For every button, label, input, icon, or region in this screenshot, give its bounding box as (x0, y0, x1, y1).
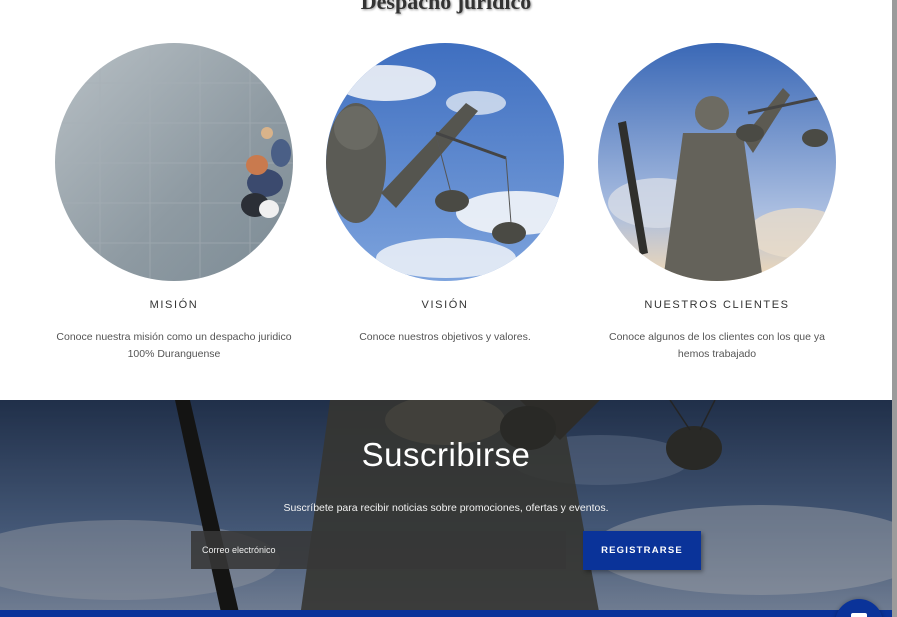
register-button[interactable]: REGISTRARSE (583, 531, 701, 570)
card-clientes[interactable]: NUESTROS CLIENTES Conoce algunos de los … (572, 43, 862, 363)
email-field[interactable] (191, 531, 566, 569)
card-text: Conoce nuestra misión como un despacho j… (56, 331, 292, 360)
card-vision[interactable]: VISIÓN Conoce nuestros objetivos y valor… (300, 43, 590, 346)
subscribe-title: Suscribirse (361, 436, 531, 473)
card-title: VISIÓN (421, 299, 469, 311)
card-title: MISIÓN (149, 299, 199, 311)
card-image-people[interactable] (55, 43, 293, 281)
card-text: Conoce algunos de los clientes con los q… (609, 331, 825, 360)
footer-strip (0, 610, 892, 617)
card-image-scales[interactable] (326, 43, 564, 281)
card-title: NUESTROS CLIENTES (644, 299, 790, 311)
chat-icon (851, 613, 867, 617)
card-text: Conoce nuestros objetivos y valores. (359, 331, 531, 343)
section-title: Despacho jurídico (360, 0, 532, 14)
card-mision[interactable]: MISIÓN Conoce nuestra misión como un des… (29, 43, 319, 363)
page: Despacho jurídico MISIÓN Conoce nuestra … (0, 0, 892, 617)
scrollbar-thumb[interactable] (892, 0, 897, 617)
scrollbar[interactable] (892, 0, 897, 617)
subscribe-section: Suscribirse Suscríbete para recibir noti… (0, 400, 892, 617)
subscribe-description: Suscríbete para recibir noticias sobre p… (283, 502, 609, 514)
card-image-statue[interactable] (598, 43, 836, 281)
